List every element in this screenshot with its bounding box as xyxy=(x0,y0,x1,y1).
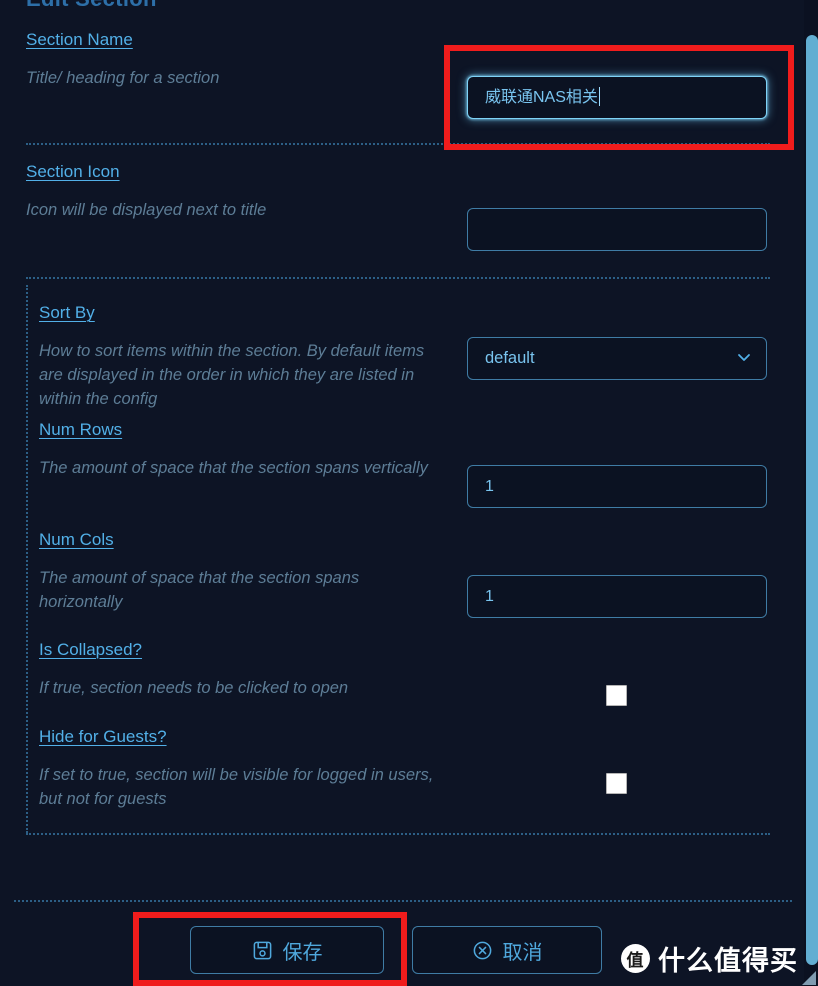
num-cols-input[interactable]: 1 xyxy=(467,575,767,618)
num-cols-value: 1 xyxy=(485,588,494,605)
field-label-section-icon[interactable]: Section Icon xyxy=(26,162,120,182)
sort-by-value: default xyxy=(485,349,535,367)
num-rows-input[interactable]: 1 xyxy=(467,465,767,508)
field-label-sort-by[interactable]: Sort By xyxy=(39,303,95,323)
chevron-down-icon xyxy=(738,354,750,361)
cancel-button-label: 取消 xyxy=(502,941,543,964)
field-label-is-collapsed[interactable]: Is Collapsed? xyxy=(39,640,142,660)
scrollbar-track[interactable] xyxy=(806,0,818,986)
resize-handle[interactable] xyxy=(802,971,816,985)
section-name-input[interactable]: 威联通NAS相关 xyxy=(467,76,767,119)
field-label-section-name[interactable]: Section Name xyxy=(26,30,133,50)
field-desc-hide-for-guests: If set to true, section will be visible … xyxy=(39,766,434,808)
field-desc-num-rows: The amount of space that the section spa… xyxy=(39,459,428,477)
field-desc-section-icon: Icon will be displayed next to title xyxy=(26,201,267,219)
field-label-num-cols[interactable]: Num Cols xyxy=(39,530,114,550)
watermark-text: 什么值得买 xyxy=(658,946,798,976)
watermark-logo-icon: 值 xyxy=(621,944,650,973)
field-desc-section-name: Title/ heading for a section xyxy=(26,69,220,87)
field-label-num-rows[interactable]: Num Rows xyxy=(39,420,122,440)
section-name-value: 威联通NAS相关 xyxy=(485,89,598,106)
text-caret xyxy=(598,87,600,106)
field-desc-sort-by: How to sort items within the section. By… xyxy=(39,342,425,408)
scrollbar-thumb[interactable] xyxy=(806,35,818,965)
divider-1 xyxy=(26,143,770,145)
is-collapsed-checkbox[interactable] xyxy=(606,685,627,706)
section-icon-input[interactable] xyxy=(467,208,767,251)
save-button[interactable]: 保存 xyxy=(190,926,384,974)
save-floppy-icon xyxy=(253,941,271,959)
field-label-hide-for-guests[interactable]: Hide for Guests? xyxy=(39,727,167,747)
cancel-button[interactable]: 取消 xyxy=(412,926,602,974)
modal-heading: Edit Section xyxy=(26,0,157,12)
hide-for-guests-checkbox[interactable] xyxy=(606,773,627,794)
num-rows-value: 1 xyxy=(485,478,494,495)
circle-x-icon xyxy=(473,941,491,959)
sort-by-select[interactable]: default xyxy=(467,337,767,380)
field-desc-num-cols: The amount of space that the section spa… xyxy=(39,569,360,611)
divider-4 xyxy=(14,900,792,902)
field-desc-is-collapsed: If true, section needs to be clicked to … xyxy=(39,679,349,697)
watermark: 值 什么值得买 xyxy=(621,939,798,978)
divider-2 xyxy=(26,277,770,279)
save-button-label: 保存 xyxy=(282,941,323,964)
divider-3 xyxy=(26,833,770,835)
edit-section-modal: Edit Section Section Name Title/ heading… xyxy=(0,0,806,986)
